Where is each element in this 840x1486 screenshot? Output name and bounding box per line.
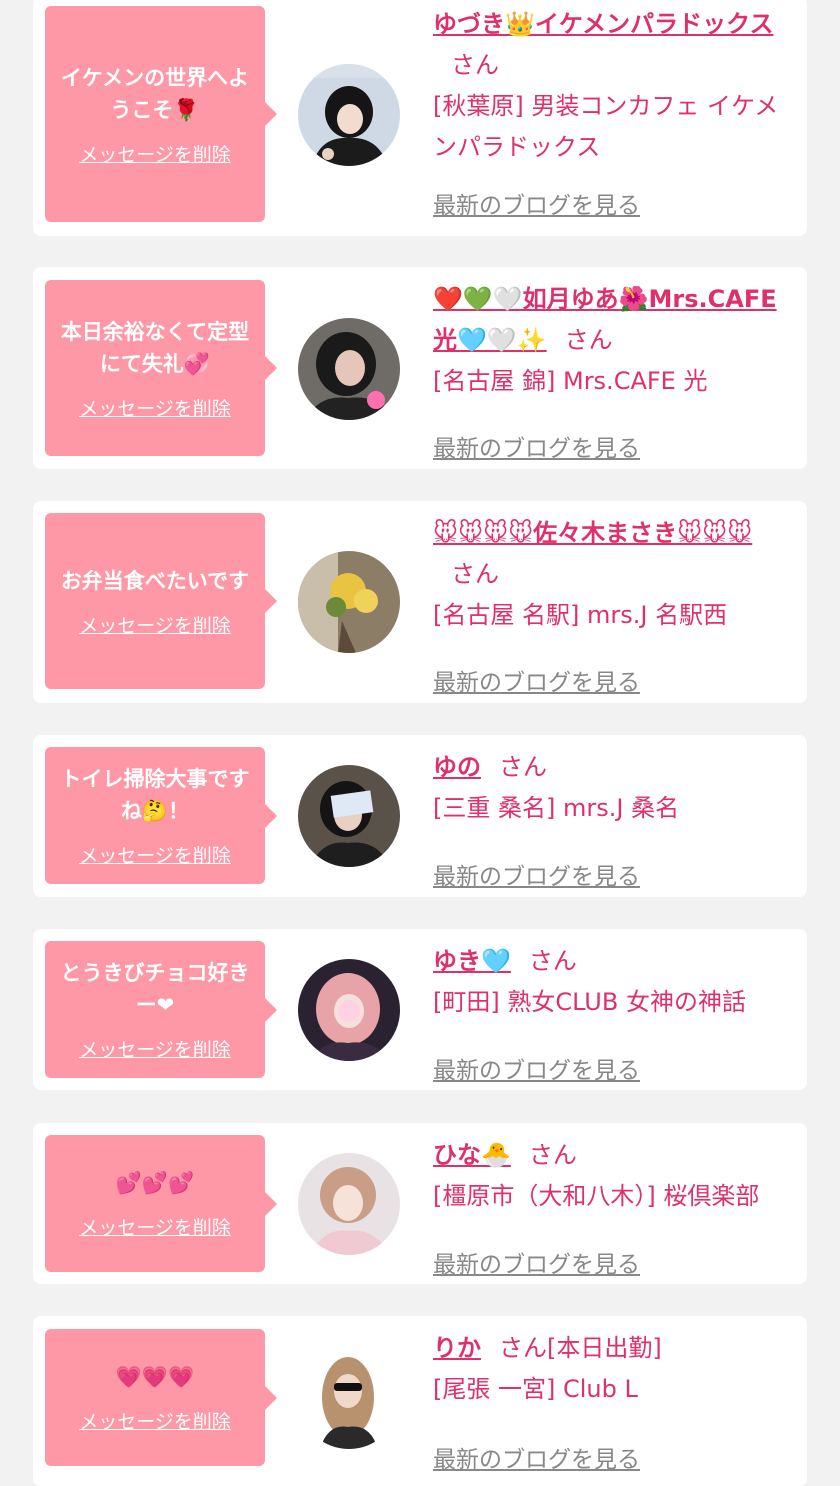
user-info: ひな🐣 さん [橿原市（大和八木）] 桜倶楽部 最新のブログを見る: [433, 1135, 789, 1278]
shop-info: [町田] 熟女CLUB 女神の神話: [433, 988, 746, 1016]
message-text: 💗💗💗: [115, 1365, 195, 1389]
avatar[interactable]: [298, 765, 400, 867]
delete-message-link[interactable]: メッセージを削除: [79, 1035, 231, 1062]
avatar[interactable]: [298, 64, 400, 166]
message-bubble: 💗💗💗 メッセージを削除: [45, 1329, 277, 1466]
user-info: 🐭🐭🐭🐭佐々木まさき🐭🐭🐭 さん [名古屋 名駅] mrs.J 名駅西 最新のブロ…: [433, 513, 789, 696]
user-info: ゆの さん [三重 桑名] mrs.J 桑名 最新のブログを見る: [433, 747, 789, 890]
view-blog-link[interactable]: 最新のブログを見る: [433, 1440, 640, 1474]
user-name-link[interactable]: ゆづき👑イケメンパラドックス: [433, 10, 773, 38]
user-info: ❤️💚🤍如月ゆあ🌺Mrs.CAFE光🩵🤍✨ さん [名古屋 錦] Mrs.CAFE…: [433, 279, 789, 462]
view-blog-link[interactable]: 最新のブログを見る: [433, 1245, 640, 1279]
delete-message-link[interactable]: メッセージを削除: [79, 394, 231, 421]
user-info: りか さん[本日出勤] [尾張 一宮] Club L 最新のブログを見る: [433, 1328, 789, 1473]
message-text: イケメンの世界へようこそ🌹: [60, 65, 250, 122]
message-card: とうきびチョコ好きー❤ メッセージを削除 ゆき🩵 さん [町田] 熟女CLUB 女…: [33, 929, 807, 1090]
avatar[interactable]: [298, 1347, 400, 1449]
status-badge: [本日出勤]: [547, 1334, 662, 1362]
avatar[interactable]: [298, 1153, 400, 1255]
view-blog-link[interactable]: 最新のブログを見る: [433, 857, 640, 891]
honorific: さん: [499, 1334, 547, 1362]
honorific: さん: [451, 560, 499, 588]
user-info: ゆき🩵 さん [町田] 熟女CLUB 女神の神話 最新のブログを見る: [433, 941, 789, 1084]
user-name-link[interactable]: ゆの: [433, 753, 481, 781]
message-text: 💕💕💕: [115, 1171, 195, 1195]
message-card: 本日余裕なくて定型にて失礼💞 メッセージを削除 ❤️💚🤍如月ゆあ🌺Mrs.CAF…: [33, 267, 807, 469]
user-name-link[interactable]: 🐭🐭🐭🐭佐々木まさき🐭🐭🐭: [433, 519, 752, 547]
view-blog-link[interactable]: 最新のブログを見る: [433, 663, 640, 697]
delete-message-link[interactable]: メッセージを削除: [79, 841, 231, 868]
delete-message-link[interactable]: メッセージを削除: [79, 1407, 231, 1434]
user-name-link[interactable]: ひな🐣: [433, 1141, 511, 1169]
message-card: お弁当食べたいです メッセージを削除 🐭🐭🐭🐭佐々木まさき🐭🐭🐭 さん [名古屋 …: [33, 501, 807, 703]
honorific: さん: [564, 326, 613, 354]
message-bubble: とうきびチョコ好きー❤ メッセージを削除: [45, 941, 277, 1078]
message-card: 💗💗💗 メッセージを削除 りか さん[本日出勤] [尾張 一宮] Club L 最…: [33, 1316, 807, 1486]
shop-info: [名古屋 名駅] mrs.J 名駅西: [433, 601, 728, 629]
delete-message-link[interactable]: メッセージを削除: [79, 140, 231, 167]
honorific: さん: [451, 51, 499, 79]
user-name-link[interactable]: ゆき🩵: [433, 947, 511, 975]
message-bubble: お弁当食べたいです メッセージを削除: [45, 513, 277, 689]
message-card: 💕💕💕 メッセージを削除 ひな🐣 さん [橿原市（大和八木）] 桜倶楽部 最新のブ…: [33, 1123, 807, 1284]
message-card: イケメンの世界へようこそ🌹 メッセージを削除 ゆづき👑イケメンパラドックスさん …: [33, 0, 807, 236]
delete-message-link[interactable]: メッセージを削除: [79, 611, 231, 638]
honorific: さん: [499, 753, 547, 781]
shop-info: [尾張 一宮] Club L: [433, 1375, 638, 1403]
view-blog-link[interactable]: 最新のブログを見る: [433, 186, 640, 220]
avatar[interactable]: [298, 318, 400, 420]
user-name-link[interactable]: りか: [433, 1334, 481, 1362]
avatar[interactable]: [298, 551, 400, 653]
message-card: トイレ掃除大事ですね🤔！ メッセージを削除 ゆの さん [三重 桑名] mrs.J…: [33, 735, 807, 897]
message-bubble: 💕💕💕 メッセージを削除: [45, 1135, 277, 1272]
shop-info: [橿原市（大和八木）] 桜倶楽部: [433, 1182, 760, 1210]
honorific: さん: [528, 1141, 577, 1169]
shop-info: [三重 桑名] mrs.J 桑名: [433, 794, 680, 822]
honorific: さん: [528, 947, 577, 975]
avatar[interactable]: [298, 959, 400, 1061]
view-blog-link[interactable]: 最新のブログを見る: [433, 1051, 640, 1085]
view-blog-link[interactable]: 最新のブログを見る: [433, 429, 640, 463]
user-info: ゆづき👑イケメンパラドックスさん [秋葉原] 男装コンカフェ イケメンパラドック…: [433, 4, 789, 219]
shop-info: [名古屋 錦] Mrs.CAFE 光: [433, 367, 708, 395]
shop-info: [秋葉原] 男装コンカフェ イケメンパラドックス: [433, 92, 779, 161]
message-bubble: トイレ掃除大事ですね🤔！ メッセージを削除: [45, 747, 277, 884]
delete-message-link[interactable]: メッセージを削除: [79, 1213, 231, 1240]
message-text: とうきびチョコ好きー❤: [60, 961, 250, 1017]
message-text: お弁当食べたいです: [60, 568, 250, 593]
message-bubble: イケメンの世界へようこそ🌹 メッセージを削除: [45, 6, 277, 222]
message-bubble: 本日余裕なくて定型にて失礼💞 メッセージを削除: [45, 280, 277, 456]
message-text: トイレ掃除大事ですね🤔！: [60, 767, 250, 823]
message-text: 本日余裕なくて定型にて失礼💞: [60, 319, 250, 376]
